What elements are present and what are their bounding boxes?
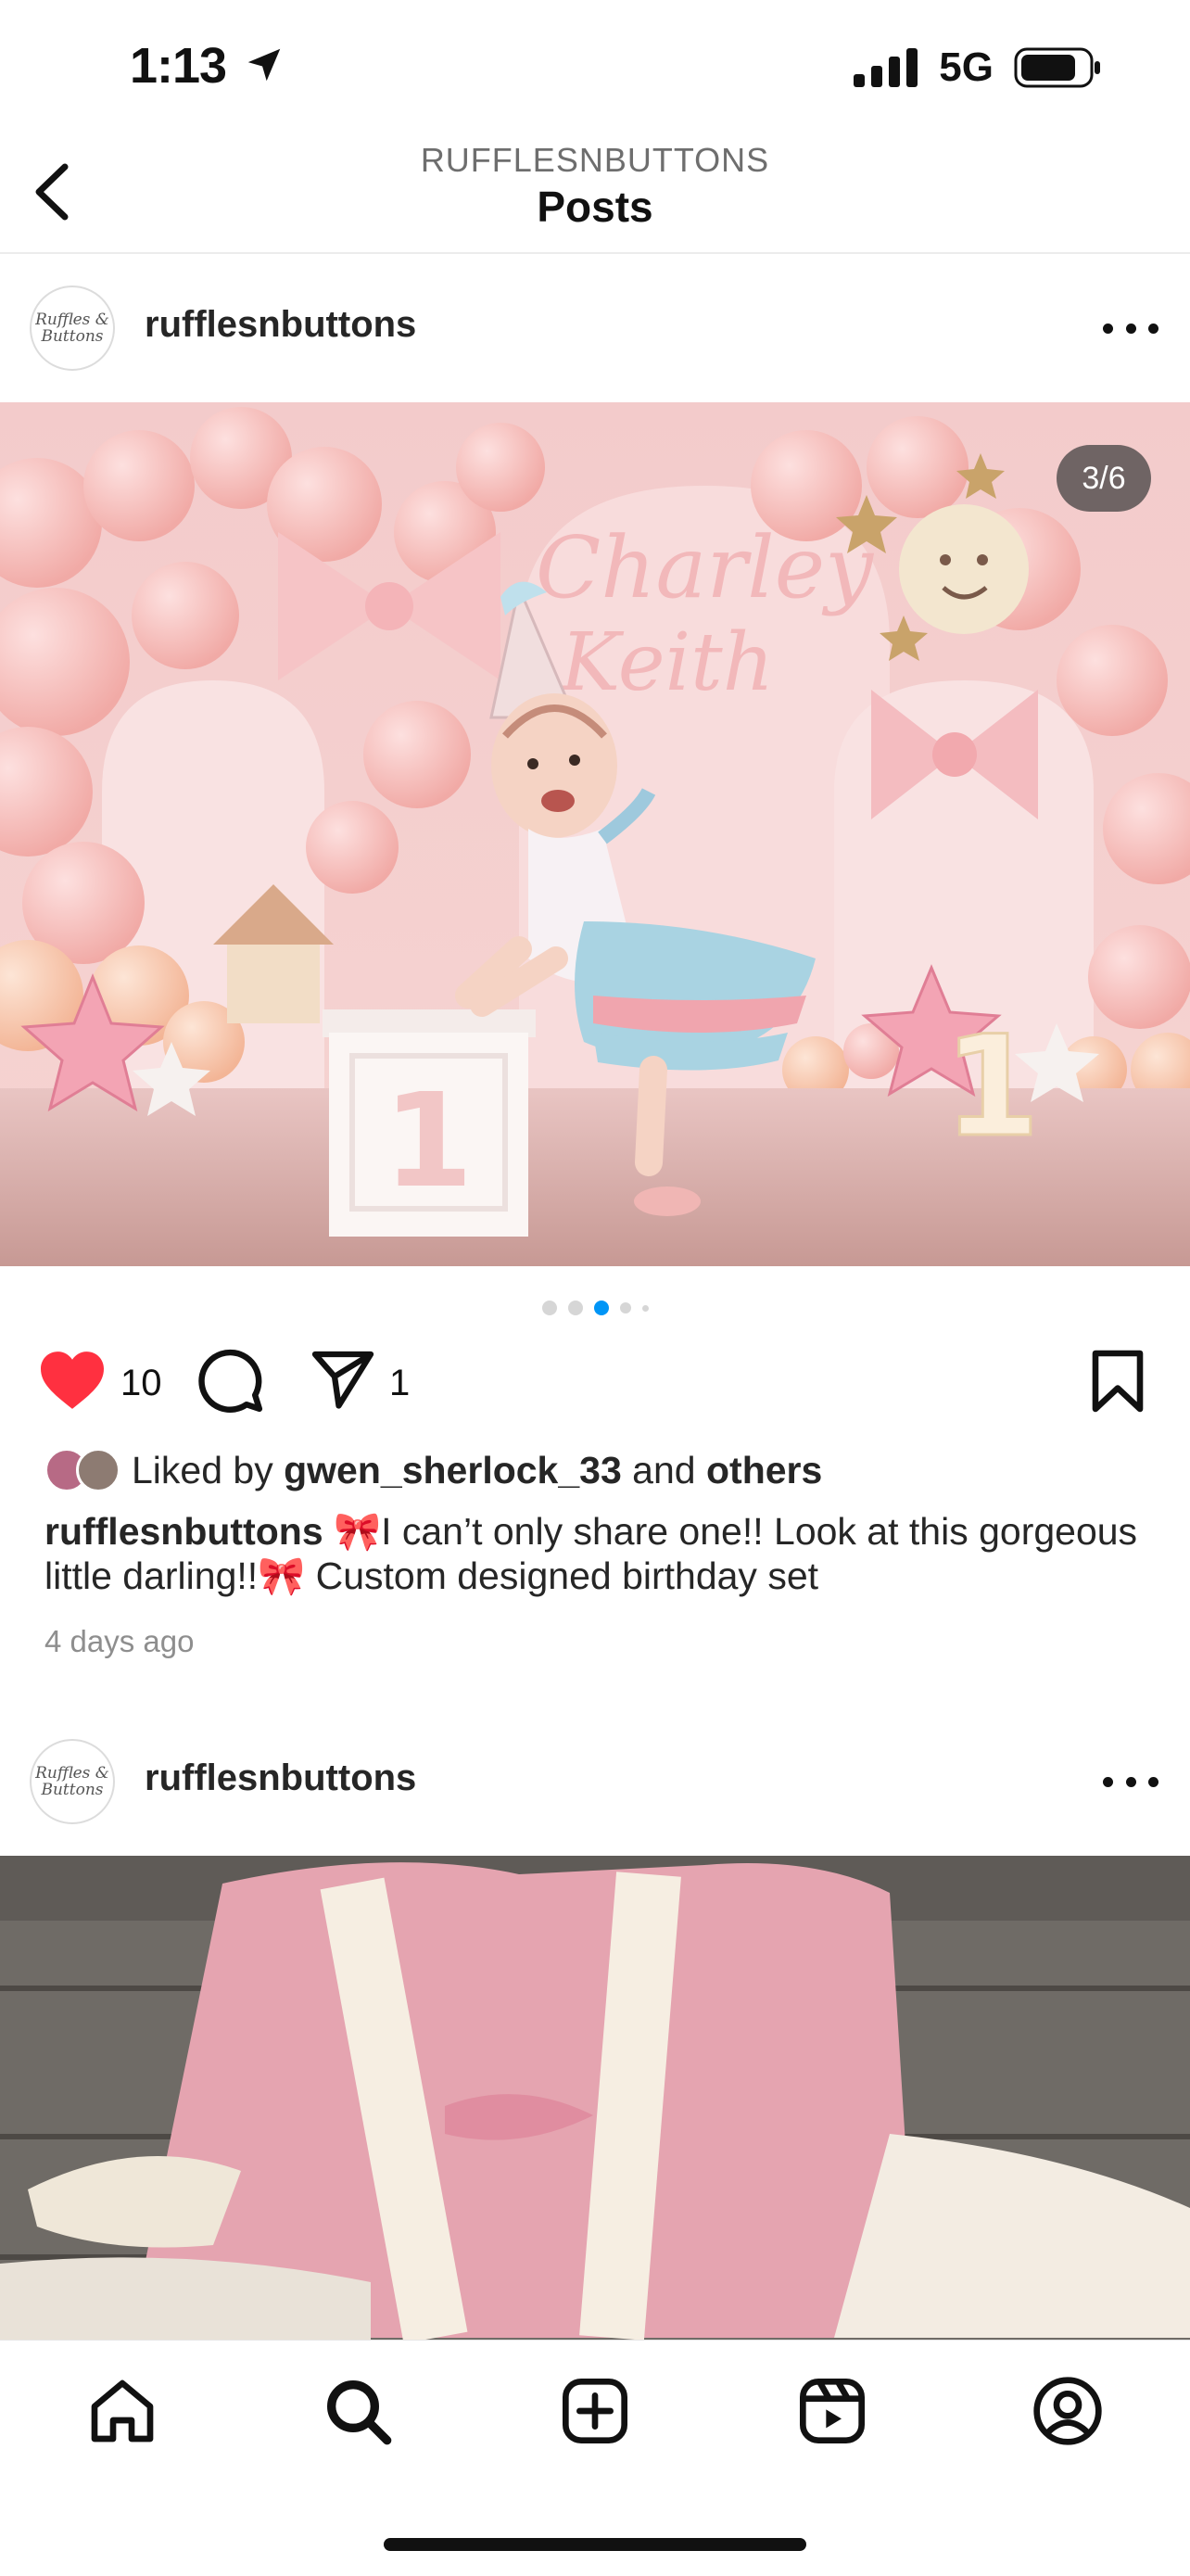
post-photo-image: Charley Keith 1 1 (0, 402, 1190, 1266)
network-type: 5G (939, 44, 994, 90)
likes-count[interactable]: 10 (120, 1363, 162, 1404)
liker-avatar (76, 1448, 120, 1492)
status-time: 1:13 (130, 37, 285, 95)
more-horizontal-icon[interactable] (1103, 1772, 1158, 1791)
signal-bars-icon (854, 48, 918, 87)
search-icon[interactable] (321, 2374, 395, 2448)
profile-icon[interactable] (1031, 2374, 1105, 2448)
header-account-name: RUFFLESNBUTTONS (420, 141, 770, 179)
liked-by-and: and (632, 1448, 696, 1491)
bookmark-icon[interactable] (1090, 1348, 1146, 1415)
cube-number: 1 (383, 1066, 473, 1217)
carousel-dots (0, 1301, 1190, 1315)
post-photo[interactable]: Charley Keith 1 1 (0, 402, 1190, 1266)
liked-by-user[interactable]: gwen_sherlock_33 (284, 1449, 622, 1492)
create-icon[interactable] (558, 2374, 632, 2448)
carousel-dot (641, 1304, 649, 1312)
photo-counter-badge: 3/6 (1057, 445, 1151, 512)
carousel-dot-active (593, 1301, 609, 1315)
paper-plane-icon[interactable] (310, 1346, 376, 1413)
liked-by-prefix: Liked by (132, 1448, 273, 1491)
post-avatar[interactable]: Ruffles & Buttons (30, 1739, 115, 1824)
post-caption: rufflesnbuttons 🎀I can’t only share one!… (44, 1509, 1147, 1598)
marquee-number: 1 (943, 1007, 1040, 1168)
liked-by-row[interactable]: Liked by gwen_sherlock_33 and others (44, 1448, 822, 1492)
status-indicators: 5G (854, 44, 1101, 91)
post-photo[interactable] (0, 1856, 1190, 2340)
liked-by-others[interactable]: others (706, 1449, 822, 1492)
comment-bubble-icon[interactable] (196, 1346, 265, 1415)
carousel-dot (567, 1301, 583, 1315)
header-title: Posts (537, 183, 653, 231)
post-username[interactable]: rufflesnbuttons (145, 1758, 416, 1799)
post-photo-image (0, 1856, 1190, 2340)
carousel-dot (619, 1302, 631, 1313)
battery-icon (1014, 47, 1100, 88)
home-icon[interactable] (85, 2374, 159, 2448)
backdrop-name-line2: Keith (559, 616, 774, 709)
header-divider (0, 252, 1190, 254)
post-timestamp: 4 days ago (44, 1624, 195, 1658)
carousel-dot (541, 1301, 557, 1315)
caption-username[interactable]: rufflesnbuttons (44, 1510, 323, 1553)
shares-count[interactable]: 1 (389, 1363, 410, 1404)
location-arrow-icon (247, 48, 281, 82)
reels-icon[interactable] (795, 2374, 869, 2448)
post-avatar[interactable]: Ruffles & Buttons (30, 286, 115, 371)
home-indicator[interactable] (384, 2538, 806, 2551)
heart-filled-icon[interactable] (37, 1349, 108, 1412)
post-username[interactable]: rufflesnbuttons (145, 304, 416, 346)
more-horizontal-icon[interactable] (1103, 319, 1158, 337)
